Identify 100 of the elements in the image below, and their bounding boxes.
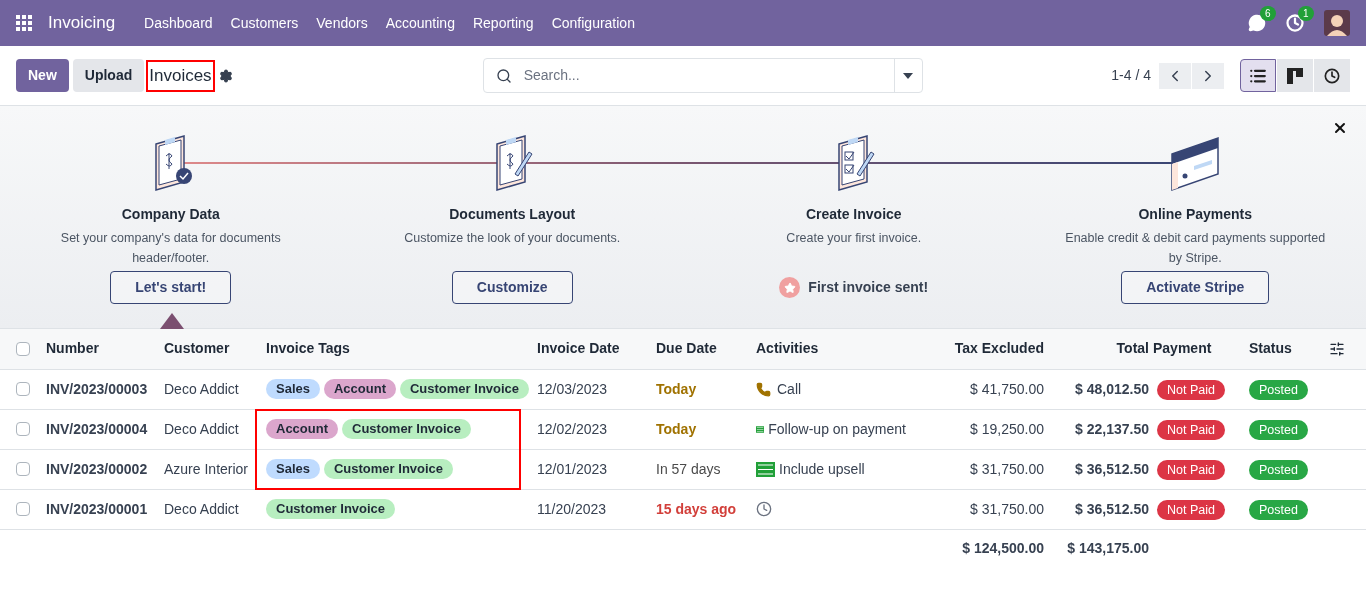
step-button[interactable]: Let's start! — [110, 271, 232, 304]
tax-excluded-total: $ 124,500.00 — [906, 529, 1048, 567]
user-avatar[interactable] — [1324, 10, 1350, 36]
step-description: Set your company's data for documents header/footer. — [59, 230, 282, 267]
table-cell: 11/20/2023 — [537, 489, 656, 529]
nav-menu-item[interactable]: Reporting — [463, 12, 543, 34]
clock-icon[interactable] — [756, 501, 772, 517]
column-header[interactable]: Invoice Date — [537, 329, 656, 369]
search-field[interactable]: Search... — [482, 58, 923, 93]
status-badge: Posted — [1249, 459, 1308, 480]
search-input[interactable]: Search... — [523, 65, 894, 86]
step-title: Company Data — [121, 205, 220, 224]
column-settings-icon[interactable] — [1329, 340, 1345, 357]
view-switch-button[interactable] — [1240, 59, 1276, 92]
table-cell: Azure Interior — [164, 449, 266, 489]
close-icon[interactable] — [1332, 120, 1348, 136]
grand-total: $ 143,175.00 — [1048, 529, 1153, 567]
nav-menu-item[interactable]: Vendors — [307, 12, 377, 34]
view-switch-button[interactable] — [1314, 59, 1350, 92]
phone-icon — [756, 381, 771, 397]
table-cell: INV/2023/00003 — [46, 369, 164, 409]
status-badge: Posted — [1249, 379, 1308, 400]
table-cell: Deco Addict — [164, 409, 266, 449]
column-header[interactable]: Customer — [164, 329, 266, 369]
tag-pill: Account — [324, 379, 396, 399]
column-header[interactable]: Activities — [756, 329, 906, 369]
payment-status-badge: Not Paid — [1157, 419, 1225, 440]
tag-pill: Customer Invoice — [266, 499, 396, 519]
apps-menu-icon[interactable] — [16, 15, 32, 31]
row-checkbox[interactable] — [16, 502, 30, 516]
step-done-text: First invoice sent! — [808, 278, 929, 297]
payment-status-badge: Not Paid — [1157, 499, 1225, 520]
dropdown-caret-icon[interactable] — [903, 72, 914, 79]
table-cell: $ 19,250.00 — [906, 409, 1048, 449]
step-description: Enable credit & debit card payments supported by Stripe. — [1065, 230, 1326, 267]
table-cell: $ 31,750.00 — [906, 449, 1048, 489]
column-header[interactable]: Payment — [1153, 329, 1249, 369]
previous-page-button[interactable] — [1159, 62, 1191, 89]
row-checkbox[interactable] — [16, 382, 30, 396]
table-cell: 15 days ago — [656, 489, 756, 529]
messages-icon[interactable] — [1248, 14, 1266, 32]
page-title: Invoices — [146, 59, 215, 92]
nav-menu-item[interactable]: Dashboard — [135, 12, 222, 34]
column-header[interactable]: Tax Excluded — [906, 329, 1048, 369]
step-button[interactable]: Activate Stripe — [1121, 271, 1270, 304]
step-title: Online Payments — [1138, 205, 1253, 224]
new-button[interactable]: New — [16, 59, 69, 92]
activities-icon[interactable] — [1286, 14, 1304, 32]
next-page-button[interactable] — [1192, 62, 1224, 89]
table-cell: $ 36,512.50 — [1048, 489, 1153, 529]
step-title: Documents Layout — [449, 205, 576, 224]
nav-menu-item[interactable]: Accounting — [376, 12, 464, 34]
activity-text[interactable]: Include upsell — [779, 458, 865, 480]
step-description: Customize the look of your documents. — [403, 230, 622, 247]
column-header[interactable]: Total — [1048, 329, 1153, 369]
column-header[interactable]: Number — [46, 329, 164, 369]
search-icon — [495, 67, 512, 84]
activity-view-icon — [1324, 67, 1340, 84]
status-badge: Posted — [1249, 499, 1308, 520]
kanban-view-icon — [1287, 67, 1303, 84]
step-button[interactable]: Customize — [451, 271, 573, 304]
activity-text[interactable]: Follow-up on payment — [768, 418, 906, 440]
row-checkbox[interactable] — [16, 422, 30, 436]
payment-status-badge: Not Paid — [1157, 459, 1225, 480]
table-cell: Deco Addict — [164, 489, 266, 529]
upload-button[interactable]: Upload — [72, 59, 145, 92]
nav-menu-item[interactable]: Configuration — [542, 12, 644, 34]
pager-value[interactable]: 1-4 / 4 — [1111, 65, 1151, 86]
table-cell: Deco Addict — [164, 369, 266, 409]
app-name[interactable]: Invoicing — [48, 10, 116, 36]
step-title: Create Invoice — [805, 205, 902, 224]
activities-count-badge: 1 — [1298, 6, 1314, 21]
table-cell: 12/02/2023 — [537, 409, 656, 449]
table-cell: $ 41,750.00 — [906, 369, 1048, 409]
table-cell: $ 36,512.50 — [1048, 449, 1153, 489]
payment-status-badge: Not Paid — [1157, 379, 1225, 400]
activity-text[interactable]: Call — [777, 378, 802, 400]
row-checkbox[interactable] — [16, 462, 30, 476]
column-header[interactable]: Invoice Tags — [266, 329, 537, 369]
messages-count-badge: 6 — [1260, 6, 1276, 21]
settings-icon[interactable] — [218, 68, 233, 83]
column-header[interactable]: Status — [1249, 329, 1329, 369]
table-cell: $ 22,137.50 — [1048, 409, 1153, 449]
star-badge-icon — [779, 277, 801, 298]
column-header[interactable]: Due Date — [656, 329, 756, 369]
table-cell: Today — [656, 369, 756, 409]
tag-pill: Customer Invoice — [324, 459, 454, 479]
todo-list-icon — [756, 461, 775, 477]
select-all-checkbox[interactable] — [16, 341, 30, 356]
view-switch-button[interactable] — [1277, 59, 1313, 92]
table-cell: INV/2023/00002 — [46, 449, 164, 489]
table-cell: $ 31,750.00 — [906, 489, 1048, 529]
table-cell: In 57 days — [656, 449, 756, 489]
table-cell: $ 48,012.50 — [1048, 369, 1153, 409]
tag-pill: Customer Invoice — [400, 379, 530, 399]
tag-pill: Sales — [266, 379, 320, 399]
table-cell: INV/2023/00004 — [46, 409, 164, 449]
nav-menu-item[interactable]: Customers — [221, 12, 308, 34]
table-cell: 12/01/2023 — [537, 449, 656, 489]
tag-pill: Customer Invoice — [342, 419, 472, 439]
